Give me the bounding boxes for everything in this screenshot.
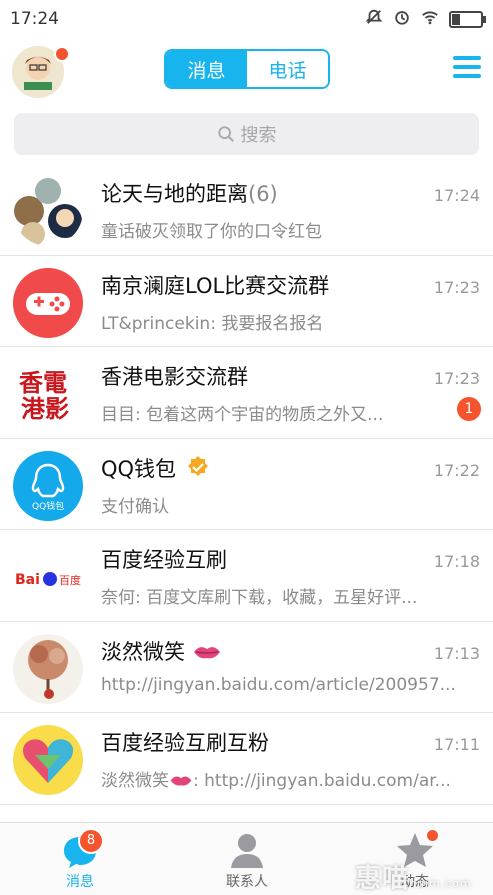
conversation-row[interactable]: Bai 百度 百度经验互刷 奈何: 百度文库刷下载，收藏，五星好评... 17:… (0, 530, 493, 622)
tab-contacts[interactable]: 联系人 (197, 823, 297, 895)
battery-icon (449, 10, 486, 28)
conversation-preview: LT&princekin: 我要报名报名 (101, 313, 324, 334)
tab-messages[interactable]: 消息 (166, 51, 247, 87)
conversation-preview: 目目: 包着这两个宇宙的物质之外又... (101, 405, 384, 425)
conversation-row[interactable]: QQ钱包 QQ钱包 支付确认 17:22 (0, 439, 493, 530)
search-icon (217, 126, 234, 142)
conversation-name: 淡然微笑 (101, 636, 222, 666)
conversation-row[interactable]: 百度经验互刷互粉 淡然微笑: http://jingyan.baidu.com/… (0, 713, 493, 805)
top-header: 消息 电话 (0, 40, 493, 102)
conversation-time: 17:13 (433, 643, 480, 663)
conversation-name: 南京澜庭LOL比赛交流群 (101, 273, 330, 298)
conversation-name: QQ钱包 (101, 453, 210, 484)
conversation-row[interactable]: 南京澜庭LOL比赛交流群 LT&princekin: 我要报名报名 17:23 (0, 256, 493, 347)
unread-badge: 1 (457, 397, 481, 421)
member-count: (6) (248, 182, 278, 206)
wifi-icon (421, 8, 439, 30)
tab-messages-label: 消息 (66, 874, 94, 890)
conversation-list: 论天与地的距离(6) 童话破灭领取了你的口令红包 17:24 南京澜庭LOL比赛… (0, 164, 493, 805)
lips-emoji-icon (169, 773, 193, 793)
heart-avatar-icon (13, 725, 83, 795)
svg-text:香電: 香電 (19, 368, 67, 397)
svg-text:百度: 百度 (59, 573, 81, 587)
qq-wallet-avatar-icon: QQ钱包 (13, 450, 83, 521)
search-bar[interactable]: 搜索 (14, 113, 479, 155)
view-switch: 消息 电话 (164, 49, 330, 89)
conversation-name: 论天与地的距离(6) (101, 182, 278, 206)
conversation-time: 17:23 (433, 277, 480, 297)
tab-messages-bottom[interactable]: 8 消息 (30, 823, 130, 895)
search-placeholder: 搜索 (240, 125, 277, 146)
conversation-name: 百度经验互刷 (101, 548, 227, 572)
mute-icon (365, 8, 383, 30)
svg-text:港影: 港影 (21, 394, 69, 423)
watermark: 惠喵huim.com (355, 864, 472, 894)
conversation-row[interactable]: 淡然微笑 http://jingyan.baidu.com/article/20… (0, 622, 493, 713)
conversation-time: 17:23 (433, 369, 480, 388)
conversation-preview: 奈何: 百度文库刷下载，收藏，五星好评... (101, 588, 418, 608)
tab-contacts-label: 联系人 (226, 874, 268, 890)
calligraphy-avatar: 香電 港影 (13, 359, 83, 429)
baidu-logo-avatar: Bai 百度 (13, 542, 83, 612)
verified-badge-icon (186, 455, 210, 484)
group-avatar (13, 176, 83, 246)
status-time: 17:24 (10, 9, 59, 29)
alarm-icon (393, 8, 411, 30)
balloon-tree-avatar (13, 633, 83, 704)
svg-text:Bai: Bai (15, 572, 40, 588)
conversation-preview: 淡然微笑: http://jingyan.baidu.com/ar... (101, 771, 451, 793)
conversation-time: 17:11 (433, 735, 480, 754)
svg-text:QQ钱包: QQ钱包 (32, 500, 64, 512)
menu-icon[interactable] (453, 56, 481, 80)
conversation-preview: 支付确认 (101, 496, 169, 517)
tab-calls[interactable]: 电话 (247, 51, 328, 87)
conversation-preview: 童话破灭领取了你的口令红包 (101, 222, 322, 242)
lips-emoji-icon (192, 642, 222, 666)
conversation-time: 17:18 (433, 552, 480, 571)
conversation-row[interactable]: 论天与地的距离(6) 童话破灭领取了你的口令红包 17:24 (0, 164, 493, 256)
person-icon (231, 834, 263, 868)
my-avatar-notify-dot (54, 46, 70, 62)
conversation-name: 香港电影交流群 (101, 365, 248, 389)
conversation-time: 17:22 (433, 460, 480, 480)
gamepad-avatar-icon (13, 267, 83, 338)
feed-notify-dot (425, 828, 440, 843)
conversation-preview: http://jingyan.baidu.com/article/200957.… (101, 674, 456, 695)
conversation-row[interactable]: 香電 港影 香港电影交流群 目目: 包着这两个宇宙的物质之外又... 17:23… (0, 347, 493, 439)
messages-unread-badge: 8 (78, 828, 104, 854)
conversation-name: 百度经验互刷互粉 (101, 731, 269, 755)
conversation-time: 17:24 (433, 186, 480, 205)
status-bar: 17:24 (0, 0, 493, 40)
